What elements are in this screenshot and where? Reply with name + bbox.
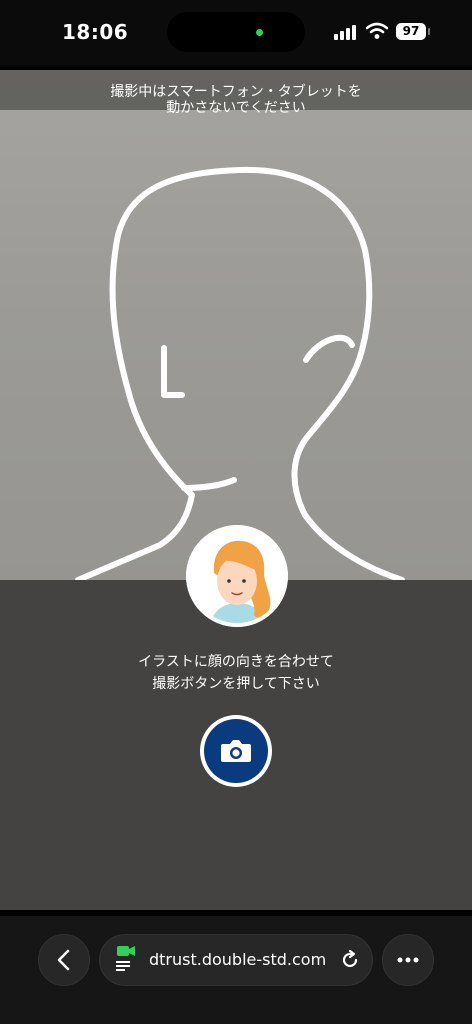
status-time: 18:06: [62, 20, 129, 44]
url-bar[interactable]: dtrust.double-std.com: [99, 934, 373, 986]
camera-icon: [221, 740, 251, 762]
bottom-instruction-line-2: 撮影ボタンを押して下さい: [152, 676, 320, 692]
wifi-icon: [366, 22, 388, 39]
back-icon: [57, 949, 70, 971]
shutter-button-face[interactable]: [204, 719, 268, 783]
video-icon: [116, 946, 135, 971]
toolbar-divider: [0, 910, 472, 916]
bottom-instruction-line-1: イラストに顔の向きを合わせて: [138, 654, 334, 670]
camera-view: 撮影中はスマートフォン・タブレットを 動かさないでください イラストに顔の向きを…: [0, 70, 472, 910]
battery-cap: [428, 28, 430, 35]
signal-icon: [334, 24, 358, 40]
more-button[interactable]: [382, 934, 434, 986]
battery-icon: 97: [396, 23, 426, 40]
url-text: dtrust.double-std.com: [149, 950, 327, 969]
bottom-instruction: イラストに顔の向きを合わせて 撮影ボタンを押して下さい: [0, 651, 472, 695]
head-outline-guide: [75, 166, 405, 583]
camera-in-use-indicator: [256, 29, 263, 36]
dynamic-island: [167, 12, 305, 52]
back-button[interactable]: [38, 934, 90, 986]
more-icon: [397, 957, 419, 963]
face-direction-illustration: [186, 525, 288, 627]
browser-toolbar: dtrust.double-std.com: [0, 910, 472, 1024]
shutter-button[interactable]: [200, 715, 272, 787]
status-bar: 18:06 97: [0, 0, 472, 66]
reload-icon[interactable]: [339, 949, 361, 971]
